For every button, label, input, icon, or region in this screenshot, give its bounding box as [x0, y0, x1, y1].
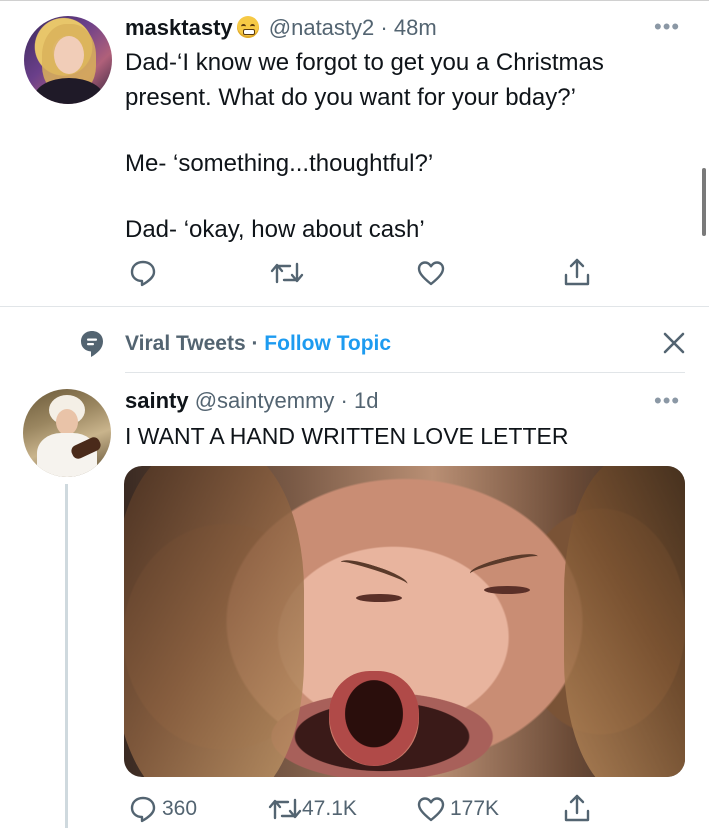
- topic-speech-bubble-icon: [79, 329, 105, 364]
- handle[interactable]: @natasty2: [269, 15, 375, 40]
- retweet-icon[interactable]: [268, 794, 302, 824]
- display-name[interactable]: masktasty: [125, 15, 233, 40]
- tweet-text-line-1: Dad-‘I know we forgot to get you a Chris…: [125, 49, 604, 76]
- avatar-body: [34, 78, 104, 104]
- reply-bubble-icon[interactable]: [128, 258, 158, 288]
- timestamp[interactable]: 1d: [354, 388, 378, 413]
- tweet-masktasty[interactable]: masktasty @natasty2 · 48m ••• Dad-‘I kno…: [0, 0, 709, 306]
- tweet-text: I WANT A HAND WRITTEN LOVE LETTER: [125, 423, 569, 449]
- more-options-icon[interactable]: •••: [654, 390, 680, 412]
- timestamp[interactable]: 48m: [394, 15, 437, 40]
- tweet-text-line-3: Me- ‘something...thoughtful?’: [125, 150, 434, 177]
- tweet-text-line-2: present. What do you want for your bday?…: [125, 84, 576, 111]
- tweet-divider: [0, 306, 709, 307]
- avatar-face: [54, 36, 84, 74]
- heart-icon[interactable]: [416, 258, 446, 288]
- reply-count: 360: [162, 797, 198, 820]
- avatar[interactable]: [24, 16, 112, 104]
- retweet-icon[interactable]: [270, 258, 304, 288]
- topic-label: Viral Tweets · Follow Topic: [125, 331, 391, 357]
- like-count: 177K: [450, 797, 500, 820]
- retweet-count: 47.1K: [302, 797, 357, 820]
- avatar-face: [56, 409, 78, 435]
- topic-name[interactable]: Viral Tweets: [125, 332, 246, 355]
- scrollbar[interactable]: [702, 168, 706, 236]
- handle[interactable]: @saintyemmy: [195, 388, 335, 413]
- tweet-header: sainty @saintyemmy · 1d: [125, 387, 378, 415]
- heart-icon[interactable]: [416, 794, 446, 824]
- avatar[interactable]: [23, 389, 111, 477]
- close-icon[interactable]: [662, 331, 686, 360]
- tweet-text-line-4: Dad- ‘okay, how about cash’: [125, 216, 425, 243]
- topic-separator: ·: [245, 332, 265, 355]
- tweet-header: masktasty @natasty2 · 48m: [125, 14, 437, 42]
- tweet-media-image[interactable]: [124, 466, 685, 777]
- share-icon[interactable]: [562, 256, 592, 288]
- more-options-icon[interactable]: •••: [654, 16, 680, 38]
- thread-line: [65, 484, 68, 828]
- topic-divider: [125, 372, 685, 373]
- meta-separator: ·: [340, 388, 348, 413]
- reply-bubble-icon[interactable]: [128, 794, 158, 824]
- meta-separator: ·: [380, 15, 388, 40]
- grimacing-face-emoji-icon: [236, 16, 259, 38]
- follow-topic-button[interactable]: Follow Topic: [264, 332, 391, 355]
- share-icon[interactable]: [562, 792, 592, 824]
- display-name[interactable]: sainty: [125, 388, 189, 413]
